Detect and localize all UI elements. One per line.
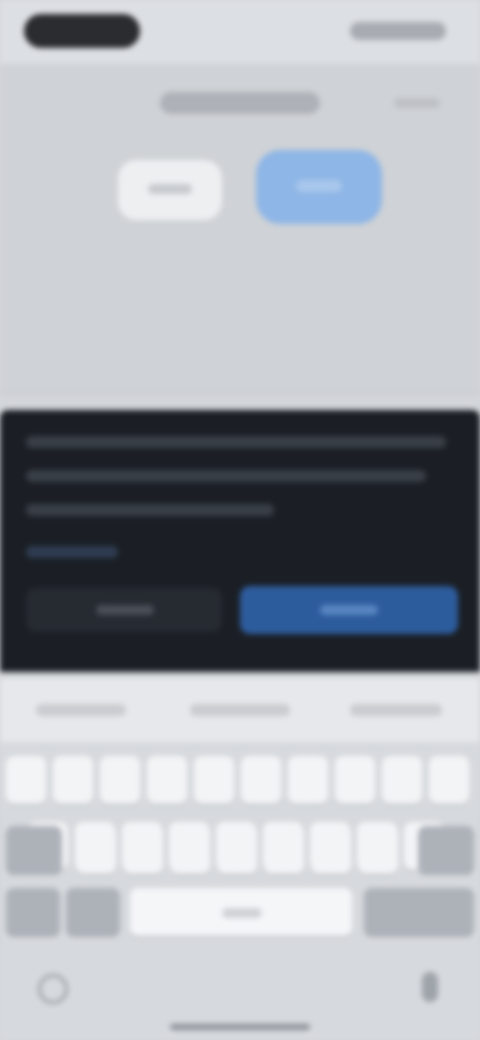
key[interactable] xyxy=(194,756,234,804)
prediction-suggestion[interactable] xyxy=(350,704,442,716)
key[interactable] xyxy=(123,826,163,874)
key[interactable] xyxy=(241,756,281,804)
key[interactable] xyxy=(311,826,351,874)
option-card-left[interactable] xyxy=(118,160,222,220)
key[interactable] xyxy=(358,826,398,874)
key[interactable] xyxy=(382,756,422,804)
key[interactable] xyxy=(6,756,46,804)
space-key[interactable] xyxy=(130,888,352,936)
space-key-label xyxy=(222,908,262,918)
key[interactable] xyxy=(429,756,469,804)
key[interactable] xyxy=(100,756,140,804)
key[interactable] xyxy=(170,826,210,874)
bottom-sheet xyxy=(0,410,480,672)
globe-icon[interactable] xyxy=(38,974,68,1004)
emoji-key[interactable] xyxy=(66,888,120,936)
prediction-suggestion[interactable] xyxy=(36,704,126,716)
secondary-button[interactable] xyxy=(26,588,222,632)
return-key[interactable] xyxy=(364,888,474,936)
key[interactable] xyxy=(217,826,257,874)
screen xyxy=(0,0,480,1040)
secondary-button-label xyxy=(96,605,154,615)
key[interactable] xyxy=(147,756,187,804)
home-indicator[interactable] xyxy=(170,1024,310,1030)
sheet-link[interactable] xyxy=(26,546,118,558)
key[interactable] xyxy=(335,756,375,804)
app-header xyxy=(0,64,480,394)
sheet-text-line xyxy=(26,470,426,482)
divider xyxy=(0,392,480,394)
key[interactable] xyxy=(288,756,328,804)
primary-button[interactable] xyxy=(240,586,458,634)
prediction-suggestion[interactable] xyxy=(190,704,290,716)
page-title xyxy=(160,92,320,114)
status-time xyxy=(24,14,140,48)
more-icon[interactable] xyxy=(394,98,440,108)
mic-icon[interactable] xyxy=(422,972,438,1002)
key[interactable] xyxy=(76,826,116,874)
keyboard xyxy=(0,678,480,1040)
backspace-key[interactable] xyxy=(418,826,474,874)
numbers-key[interactable] xyxy=(6,888,60,936)
sheet-text-line xyxy=(26,436,446,448)
shift-key[interactable] xyxy=(6,826,62,874)
sheet-text-line xyxy=(26,504,274,516)
key[interactable] xyxy=(264,826,304,874)
key[interactable] xyxy=(53,756,93,804)
option-card-right-selected[interactable] xyxy=(256,150,382,224)
primary-button-label xyxy=(320,605,378,615)
predictive-text-bar xyxy=(0,678,480,742)
status-icons xyxy=(350,22,446,40)
option-card-right-label xyxy=(296,180,342,192)
status-bar xyxy=(0,0,480,64)
option-card-left-label xyxy=(148,184,192,194)
